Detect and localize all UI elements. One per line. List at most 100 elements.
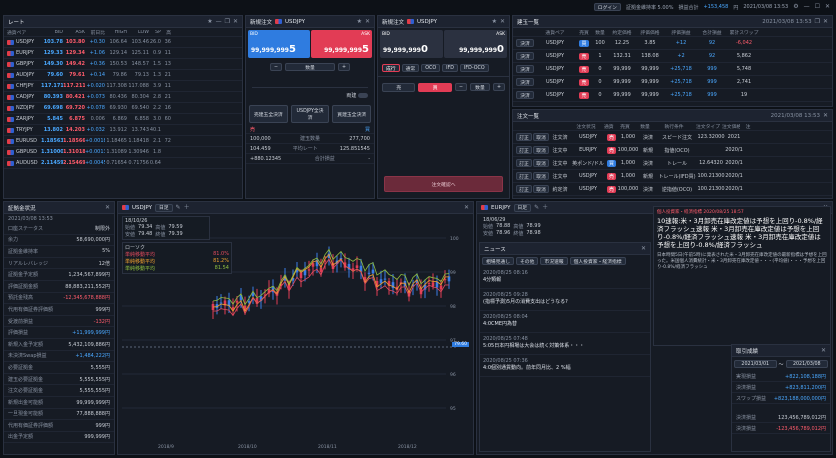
close-all-pair-button[interactable]: USDJPY全決済 — [290, 105, 330, 123]
minimize-icon[interactable]: — — [216, 18, 222, 25]
order-type-tab[interactable]: OCO — [421, 64, 441, 72]
close-icon[interactable]: ✕ — [105, 204, 110, 211]
chart2-pair[interactable]: EURJPY — [491, 205, 511, 211]
rate-row[interactable]: GBPUSD1.310001.31018+0.001311.310891.309… — [4, 147, 242, 158]
slippage-scale[interactable] — [252, 76, 368, 88]
close-icon[interactable]: ✕ — [365, 18, 370, 25]
bid-button[interactable]: BID 99,999,9995 — [248, 30, 310, 58]
news-item[interactable]: 2020/08/25 08:16 4分類報 — [480, 267, 650, 289]
position-row[interactable]: 決済 USDJPY 売 1 132.31 138.08 +2 92 5,862 — [513, 50, 832, 63]
qty-input[interactable]: 数量 — [285, 63, 335, 71]
popout-icon[interactable]: ❐ — [815, 18, 820, 25]
star-icon[interactable]: ★ — [492, 18, 497, 25]
settle-button[interactable]: 決済 — [516, 65, 534, 73]
order-type-tab[interactable]: IFD-OCO — [460, 64, 489, 72]
settle-button[interactable]: 決済 — [516, 78, 534, 86]
login-status[interactable]: ログイン — [593, 3, 621, 11]
rate-row[interactable]: AUDUSD2.114592.15469+0.004530.716540.717… — [4, 158, 242, 169]
ask-button[interactable]: ASK 99,999,9990 — [444, 30, 507, 58]
position-row[interactable]: 決済 USDJPY 売 0 99,999 99,999 +25,718 999 2,741 — [513, 76, 832, 89]
bid-button[interactable]: BID 99,999,9990 — [380, 30, 443, 58]
chart1-pair[interactable]: USDJPY — [132, 205, 152, 211]
cancel-order-button[interactable]: 取消 — [533, 185, 549, 193]
order-row[interactable]: 訂正 取消 注文中 USDJPY 売 1,000 新規 トレール(IFD買) 100.21300… — [513, 170, 832, 183]
close-icon[interactable]: ✕ — [464, 204, 469, 211]
order-type-tab[interactable]: 通常 — [401, 64, 420, 72]
qty-decrement[interactable]: − — [269, 63, 282, 71]
position-row[interactable]: 決済 USDJPY 売 0 99,999 99,999 +25,718 999 5,748 — [513, 63, 832, 76]
order-type-tab[interactable]: IFD — [442, 64, 458, 72]
news-item[interactable]: 2020/08/25 08:04 4:0CME円為替 — [480, 311, 650, 333]
cancel-order-button[interactable]: 取消 — [533, 172, 549, 180]
rate-row[interactable]: CHFJPY 117.171 117.211 +0.020 117.308 117.088… — [4, 81, 242, 92]
close-icon[interactable]: ✕ — [823, 18, 828, 25]
news-filter-button[interactable]: 相場見通し — [482, 257, 514, 265]
modify-order-button[interactable]: 訂正 — [516, 185, 532, 193]
hedge-toggle[interactable]: 両建 — [246, 90, 374, 101]
order-type-tab[interactable]: 成行 — [382, 64, 400, 72]
close-icon[interactable]: ✕ — [823, 112, 828, 119]
news-item[interactable]: 2020/08/25 07:48 5:05日本円相場は大会は続く対策体系・・・ — [480, 333, 650, 355]
maximize-icon[interactable]: ☐ — [815, 4, 820, 10]
close-icon[interactable]: ✕ — [821, 347, 826, 354]
rate-row[interactable]: GBPJPY 149.30 149.42 +0.36 150.53 148.57 1.5 13 — [4, 59, 242, 70]
rate-row[interactable]: ZARJPY 5.845 6.875 0.006 6.869 6.858 3.0 60 — [4, 114, 242, 125]
chart2-timeframe[interactable]: 日足 — [513, 203, 532, 212]
close-icon[interactable]: ✕ — [825, 4, 830, 10]
close-icon[interactable]: ✕ — [641, 245, 646, 252]
close-all-sell-button[interactable]: 売建玉全決済 — [249, 105, 288, 123]
qty-input[interactable]: 数量 — [469, 83, 490, 91]
settle-button[interactable]: 決済 — [516, 52, 534, 60]
modify-order-button[interactable]: 訂正 — [516, 159, 532, 167]
qty-increment[interactable]: + — [338, 63, 351, 71]
settings-icon[interactable]: ⚙ — [793, 4, 798, 10]
qty-decrement[interactable]: − — [454, 83, 467, 91]
order-row[interactable]: 訂正 取消 注文中 EURJPY 売 100,000 新規 指値(OCO) 2020/1 — [513, 144, 832, 157]
rate-row[interactable]: AUDJPY 79.60 79.61 +0.14 79.86 79.13 1.3 21 — [4, 70, 242, 81]
rate-row[interactable]: USDJPY 103.78 103.80 +0.30 106.64 103.46 26.0 3… — [4, 37, 242, 48]
close-icon[interactable]: ✕ — [500, 18, 505, 25]
cancel-order-button[interactable]: 取消 — [533, 146, 549, 154]
rate-row[interactable]: NZDJPY 69.698 69.720 +0.078 69.930 69.540 2.2 1… — [4, 103, 242, 114]
chart1-timeframe[interactable]: 日足 — [154, 203, 173, 212]
rate-row[interactable]: TRYJPY 13.802 14.203 +0.032 13.912 13.743 40.1 — [4, 125, 242, 136]
date-from-input[interactable]: 2021/03/01 — [734, 360, 777, 368]
cancel-order-button[interactable]: 取消 — [533, 133, 549, 141]
position-row[interactable]: 決済 USDJPY 買 100 12.25 3.85 +12 92 -6,042 — [513, 37, 832, 50]
pen-icon[interactable]: ✎ — [534, 204, 539, 211]
settle-button[interactable]: 決済 — [516, 91, 534, 99]
quick-order-pair[interactable]: USDJPY — [285, 19, 305, 25]
buy-side-button[interactable]: 買 — [418, 83, 452, 92]
cancel-order-button[interactable]: 取消 — [533, 159, 549, 167]
order-row[interactable]: 訂正 取消 注文中 英ポンド/ドル買 1,000 決済 トレール 12.64320 2020/1 — [513, 157, 832, 170]
news-filter-button[interactable]: その他 — [516, 257, 539, 265]
position-row[interactable]: 決済 USDJPY 売 0 99,999 99,999 +25,718 999 19 — [513, 89, 832, 102]
modify-order-button[interactable]: 訂正 — [516, 172, 532, 180]
order-row[interactable]: 訂正 取消 約定済 USDJPY 売 100,000 決済 逆指値(OCO) 100.21300… — [513, 183, 832, 196]
modify-order-button[interactable]: 訂正 — [516, 146, 532, 154]
star-icon[interactable]: ★ — [357, 18, 362, 25]
order-confirm-button[interactable]: 注文確認へ — [384, 176, 503, 192]
settle-button[interactable]: 決済 — [516, 39, 534, 47]
modify-order-button[interactable]: 訂正 — [516, 133, 532, 141]
minimize-icon[interactable]: — — [804, 4, 810, 10]
order-entry-pair[interactable]: USDJPY — [417, 19, 437, 25]
rate-row[interactable]: EURJPY 129.33 129.34 +1.06 129.14 125.11 0.9 11 — [4, 48, 242, 59]
sell-side-button[interactable]: 売 — [382, 83, 416, 92]
news-filter-button[interactable]: 個人投資家・経済指標 — [569, 257, 626, 265]
close-icon[interactable]: ✕ — [233, 18, 238, 25]
news-filter-button[interactable]: 市況速報 — [540, 257, 568, 265]
news-item[interactable]: 2020/08/25 09:28 (指標予測)5月の消費支出はどうなる? — [480, 289, 650, 311]
rate-row[interactable]: EURUSD 1.185631.18566+0.001841.184651.184… — [4, 136, 242, 147]
star-icon[interactable]: ★ — [207, 18, 212, 25]
date-to-input[interactable]: 2021/03/08 — [785, 360, 829, 368]
plus-icon[interactable]: ＋ — [542, 204, 548, 211]
news-item[interactable]: 2020/08/25 07:36 4:0個別通貨動向。前年同月比、2 %幅 — [480, 355, 650, 377]
ask-button[interactable]: ASK 99,999,9995 — [310, 30, 372, 58]
order-row[interactable]: 訂正 取消 注文済 USDJPY 売 1,000 決済 スピード注文 123.32000 2021 — [513, 131, 832, 144]
close-all-buy-button[interactable]: 買建玉全決済 — [332, 105, 372, 123]
pen-icon[interactable]: ✎ — [176, 204, 181, 211]
rate-row[interactable]: CADJPY 80.393 80.421 +0.073 80.436 80.304 2.8 2… — [4, 92, 242, 103]
popout-icon[interactable]: ❐ — [225, 18, 230, 25]
plus-icon[interactable]: ＋ — [184, 204, 190, 211]
